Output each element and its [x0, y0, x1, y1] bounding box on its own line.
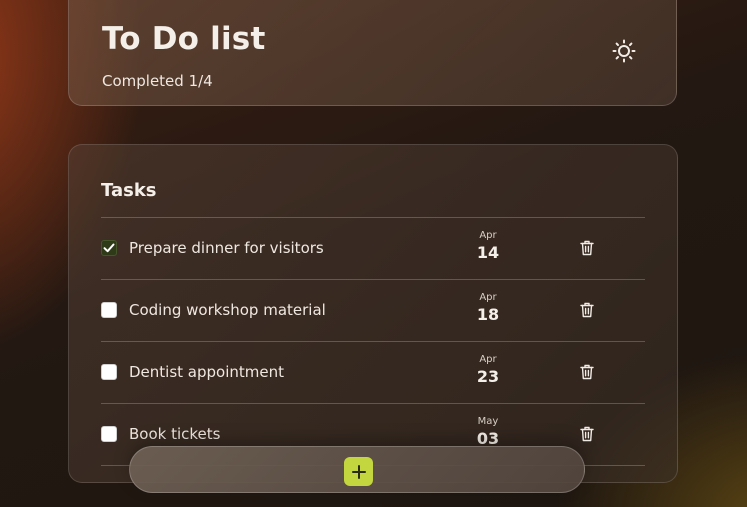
task-day: 14	[476, 243, 500, 262]
task-month: May	[477, 416, 499, 427]
task-date: Apr 23	[473, 354, 503, 388]
task-month: Apr	[479, 292, 497, 303]
task-checkbox[interactable]	[101, 240, 117, 256]
add-task-bar	[129, 446, 585, 493]
delete-task-button[interactable]	[579, 301, 595, 319]
task-checkbox[interactable]	[101, 302, 117, 318]
delete-task-button[interactable]	[579, 239, 595, 257]
task-date: May 03	[473, 416, 503, 450]
tasks-heading: Tasks	[101, 180, 157, 201]
task-date: Apr 14	[473, 230, 503, 264]
task-day: 18	[476, 305, 500, 324]
task-list: Prepare dinner for visitors Apr 14 Codin…	[101, 218, 645, 466]
trash-icon	[580, 426, 594, 442]
checkmark-icon	[103, 243, 115, 253]
plus-icon	[351, 464, 366, 479]
delete-task-button[interactable]	[579, 363, 595, 381]
task-text: Coding workshop material	[129, 301, 326, 319]
trash-icon	[580, 302, 594, 318]
completed-count: Completed 1/4	[102, 72, 213, 90]
task-checkbox[interactable]	[101, 364, 117, 380]
task-month: Apr	[479, 230, 497, 241]
task-text: Dentist appointment	[129, 363, 284, 381]
task-text: Book tickets	[129, 425, 221, 443]
header-card: To Do list Completed 1/4	[68, 0, 677, 106]
task-row: Prepare dinner for visitors Apr 14	[101, 218, 645, 280]
trash-icon	[580, 364, 594, 380]
task-row: Dentist appointment Apr 23	[101, 342, 645, 404]
task-row: Coding workshop material Apr 18	[101, 280, 645, 342]
trash-icon	[580, 240, 594, 256]
delete-task-button[interactable]	[579, 425, 595, 443]
add-task-button[interactable]	[344, 457, 373, 486]
task-month: Apr	[479, 354, 497, 365]
tasks-card: Tasks Prepare dinner for visitors Apr 14	[68, 144, 678, 483]
task-checkbox[interactable]	[101, 426, 117, 442]
task-text: Prepare dinner for visitors	[129, 239, 324, 257]
task-date: Apr 18	[473, 292, 503, 326]
task-day: 23	[476, 367, 500, 386]
sun-icon	[612, 39, 636, 63]
theme-toggle-button[interactable]	[612, 39, 636, 63]
page-title: To Do list	[102, 21, 266, 57]
